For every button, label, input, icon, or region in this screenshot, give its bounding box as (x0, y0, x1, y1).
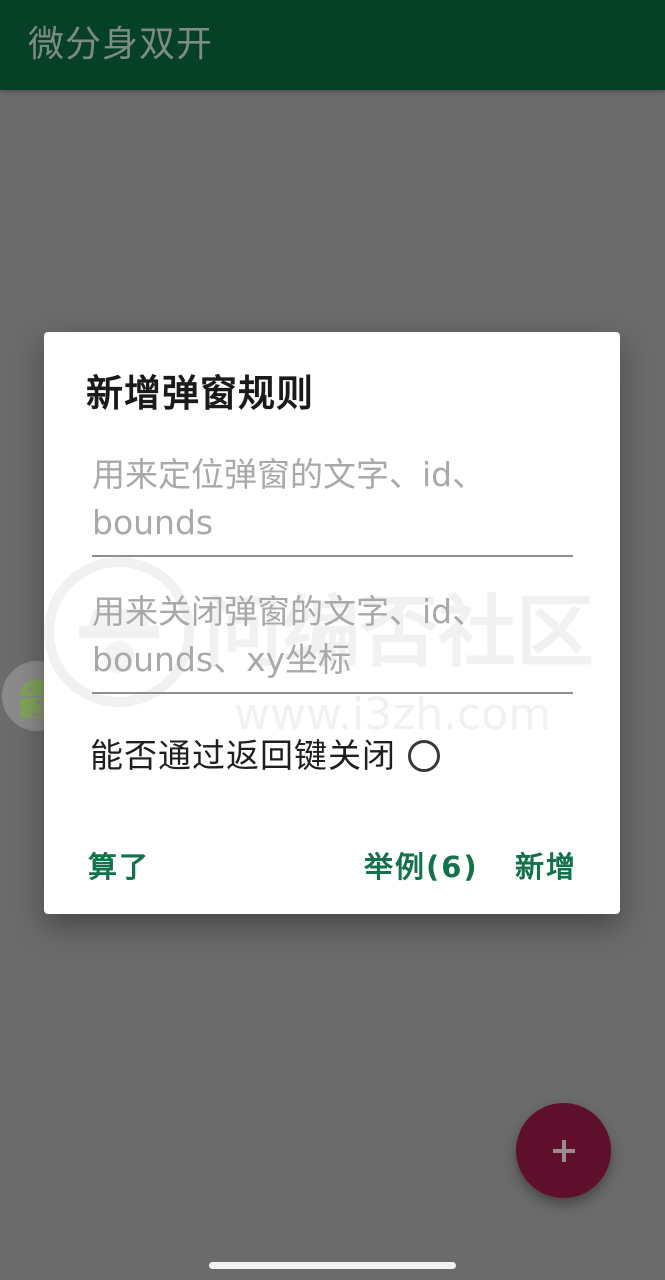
add-button[interactable]: 新增 (515, 843, 577, 891)
back-key-toggle-label: 能否通过返回键关闭 (90, 736, 396, 775)
close-field-container (92, 588, 573, 694)
app-title: 微分身双开 (28, 24, 214, 65)
locate-field-container (92, 451, 573, 557)
locate-popup-input[interactable] (92, 451, 573, 551)
gesture-nav-handle[interactable] (209, 1262, 456, 1269)
back-key-toggle-row[interactable]: 能否通过返回键关闭 (90, 731, 440, 781)
add-popup-rule-dialog: 问编否社区 www.i3zh.com 新增弹窗规则 能否通过返回键关闭 算了 举… (44, 332, 620, 914)
plus-icon (553, 1140, 575, 1162)
svg-text:www.i3zh.com: www.i3zh.com (234, 689, 551, 737)
add-fab[interactable] (516, 1103, 611, 1198)
dialog-title: 新增弹窗规则 (86, 372, 314, 415)
back-key-radio[interactable] (408, 740, 440, 772)
cancel-button[interactable]: 算了 (88, 843, 150, 891)
example-button[interactable]: 举例(6) (364, 843, 479, 891)
close-popup-input[interactable] (92, 588, 573, 688)
app-bar: 微分身双开 (0, 0, 665, 90)
